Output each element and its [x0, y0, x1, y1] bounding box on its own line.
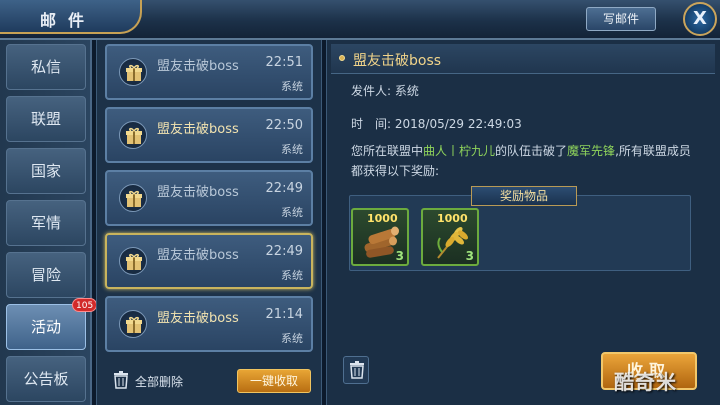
- gift-icon: [119, 247, 147, 275]
- collect-all-button[interactable]: 一键收取: [237, 369, 311, 393]
- sender-line: 发件人: 系统: [351, 84, 419, 98]
- player-name: 曲人丨柠九儿: [423, 144, 496, 158]
- mail-item[interactable]: 盟友击破boss 22:50 系统: [105, 107, 313, 163]
- mail-subject: 盟友击破boss: [157, 185, 239, 200]
- reward-amount: 1000: [367, 212, 398, 225]
- mail-item[interactable]: 盟友击破boss 22:49 系统: [105, 170, 313, 226]
- reward-amount: 1000: [437, 212, 468, 225]
- reward-count: 3: [465, 249, 474, 263]
- mail-time: 22:49: [265, 181, 303, 196]
- mail-time: 21:14: [265, 307, 303, 322]
- reward-count: 3: [395, 249, 404, 263]
- mail-detail-panel: 盟友击破boss 发件人: 系统 时 间: 2018/05/29 22:49:0…: [326, 40, 720, 405]
- category-sidebar: 私信 联盟 国家 军情 冒险 活动 公告板: [0, 40, 92, 405]
- mail-subject: 盟友击破boss: [157, 248, 239, 263]
- mail-item[interactable]: 盟友击破boss 22:51 系统: [105, 44, 313, 100]
- mail-sender: 系统: [281, 269, 303, 282]
- mail-subject: 盟友击破boss: [157, 122, 239, 137]
- mail-sender: 系统: [281, 80, 303, 93]
- nav-item-nation[interactable]: 国家: [6, 148, 86, 194]
- gift-icon: [119, 58, 147, 86]
- trash-icon: [350, 361, 364, 379]
- activity-count-badge: 105: [72, 298, 98, 312]
- gift-icon: [119, 310, 147, 338]
- detail-title: 盟友击破boss: [353, 53, 442, 69]
- reward-item-grain[interactable]: 1000 3: [421, 208, 479, 266]
- mail-subject: 盟友击破boss: [157, 59, 239, 74]
- nav-item-private[interactable]: 私信: [6, 44, 86, 90]
- bullet-icon: [339, 55, 345, 61]
- mail-time: 22:49: [265, 244, 303, 259]
- rewards-label: 奖励物品: [471, 186, 577, 206]
- mail-item[interactable]: 盟友击破boss 21:14 系统: [105, 296, 313, 352]
- reward-item-wood[interactable]: 1000 3: [351, 208, 409, 266]
- wood-logs-icon: [364, 226, 399, 258]
- body-text-pre: 您所在联盟中: [351, 144, 424, 158]
- mail-item-selected[interactable]: 盟友击破boss 22:49 系统: [105, 233, 313, 289]
- gift-icon: [119, 184, 147, 212]
- nav-item-adventure[interactable]: 冒险: [6, 252, 86, 298]
- time-line: 时 间: 2018/05/29 22:49:03: [351, 117, 522, 131]
- mail-subject: 盟友击破boss: [157, 311, 239, 326]
- mail-sender: 系统: [281, 143, 303, 156]
- watermark: 酷奇米: [614, 370, 677, 394]
- wheat-icon: [437, 227, 468, 259]
- mail-time: 22:51: [265, 55, 303, 70]
- mail-time: 22:50: [265, 118, 303, 133]
- close-button[interactable]: X: [683, 2, 717, 36]
- nav-item-intel[interactable]: 军情: [6, 200, 86, 246]
- nav-item-alliance[interactable]: 联盟: [6, 96, 86, 142]
- page-title: 邮件: [40, 11, 97, 30]
- delete-mail-button[interactable]: [343, 356, 369, 384]
- trash-icon[interactable]: [113, 371, 129, 389]
- mail-body: 您所在联盟中曲人丨柠九儿的队伍击破了魔军先锋,所有联盟成员都获得以下奖励:: [351, 141, 699, 181]
- write-mail-button[interactable]: 写邮件: [586, 7, 656, 31]
- boss-name: 魔军先锋: [567, 144, 616, 158]
- mail-sender: 系统: [281, 206, 303, 219]
- gift-icon: [119, 121, 147, 149]
- body-text-mid: 的队伍击破了: [495, 144, 568, 158]
- mail-list-panel: 盟友击破boss 22:51 系统 盟友击破boss 22:50 系统 盟友击破…: [96, 40, 322, 405]
- detail-header: 盟友击破boss: [331, 44, 715, 74]
- close-icon: X: [693, 8, 707, 29]
- nav-item-bulletin[interactable]: 公告板: [6, 356, 86, 402]
- mail-sender: 系统: [281, 332, 303, 345]
- delete-all-button[interactable]: 全部删除: [135, 373, 183, 390]
- nav-item-activity[interactable]: 活动: [6, 304, 86, 350]
- top-bar: 邮件 写邮件 X: [0, 0, 720, 40]
